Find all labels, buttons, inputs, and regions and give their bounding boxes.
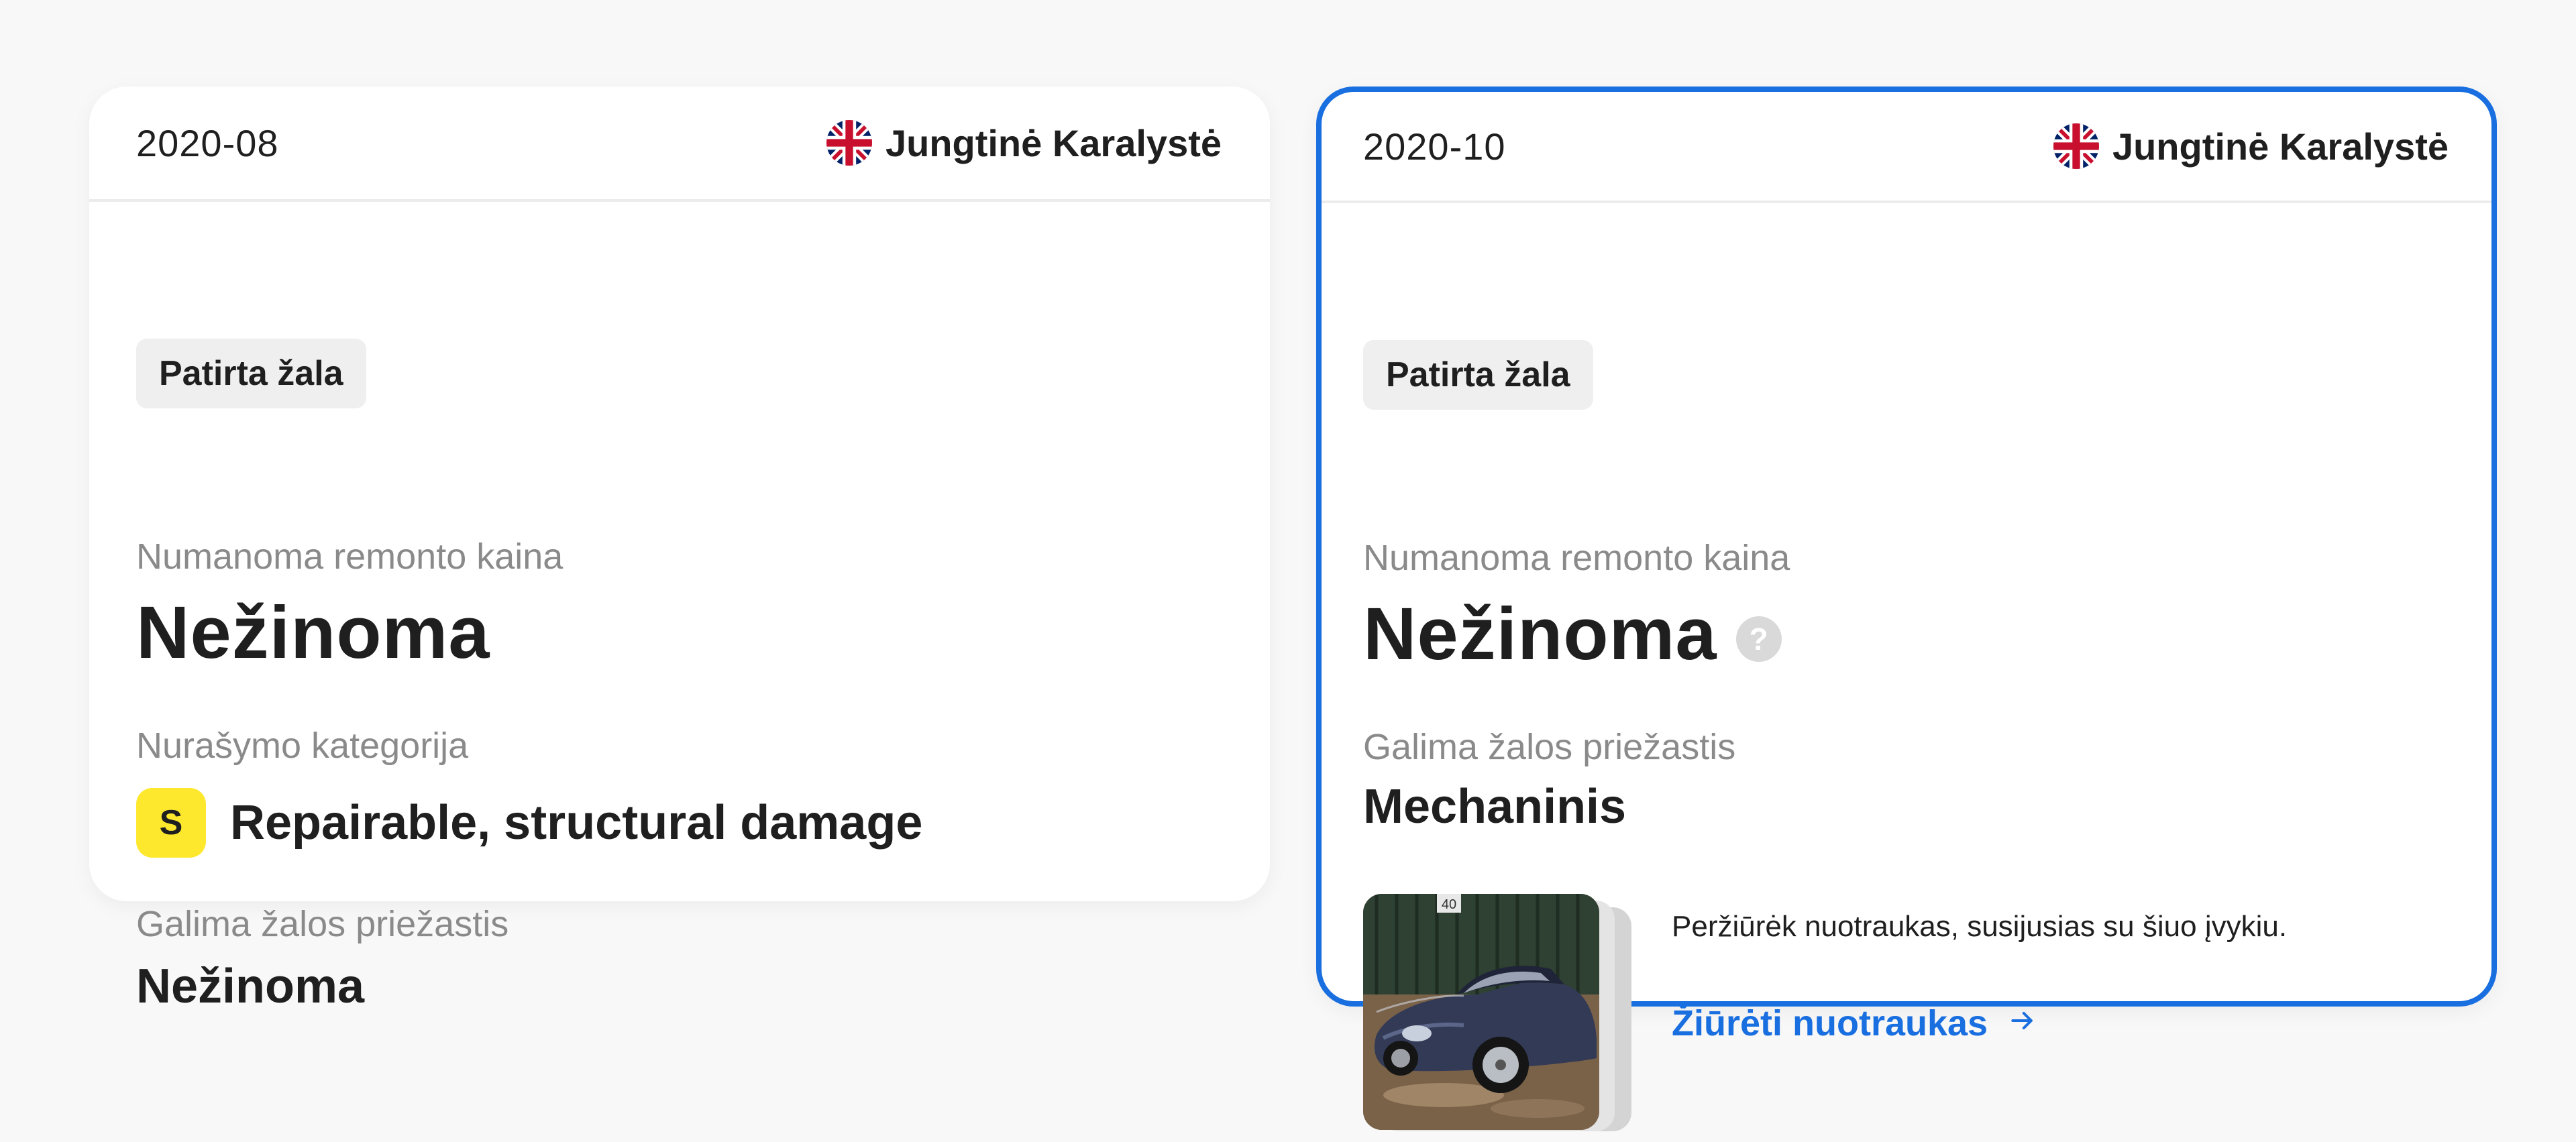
record-date: 2020-10: [1363, 125, 1506, 168]
car-photo-thumbnail[interactable]: 40: [1363, 894, 1599, 1130]
car-photo-image: 40: [1363, 894, 1599, 1130]
repair-cost-label: Numanoma remonto kaina: [136, 536, 564, 577]
country: Jungtinė Karalystė: [826, 120, 1222, 166]
uk-flag-icon: [826, 120, 872, 166]
repair-cost-value: Nežinoma: [1363, 593, 1717, 675]
view-photos-link[interactable]: Žiūrėti nuotraukas: [1672, 1003, 2037, 1044]
help-icon[interactable]: ?: [1735, 616, 1782, 662]
damage-cause-value: Nežinoma: [136, 960, 365, 1013]
card-header: 2020-08 Jungtinė Karalystė: [89, 87, 1270, 202]
country-name: Jungtinė Karalystė: [885, 121, 1222, 164]
category-badge: S: [136, 788, 206, 858]
uk-flag-icon: [2053, 123, 2099, 169]
damage-cause-label: Galima žalos priežastis: [1363, 727, 1736, 767]
view-photos-label: Žiūrėti nuotraukas: [1672, 1003, 1988, 1043]
category-value: Repairable, structural damage: [230, 796, 923, 850]
arrow-right-icon: [2008, 1003, 2037, 1044]
photo-stack[interactable]: 40: [1363, 894, 1631, 1142]
damage-badge: Patirta žala: [136, 339, 366, 408]
damage-record-card-selected[interactable]: 2020-10 Jungtinė Karalystė Patirta žala …: [1316, 87, 2497, 1131]
card-header: 2020-10 Jungtinė Karalystė: [1322, 92, 2491, 203]
damage-record-card: 2020-08 Jungtinė Karalystė Patirta žala …: [89, 87, 1270, 1011]
repair-cost-value: Nežinoma: [136, 591, 490, 674]
repair-cost: Nežinoma ?: [1363, 597, 1782, 671]
repair-cost-label: Numanoma remonto kaina: [1363, 538, 1790, 578]
country-name: Jungtinė Karalystė: [2112, 125, 2449, 168]
damage-cause-label: Galima žalos priežastis: [136, 904, 509, 944]
record-date: 2020-08: [136, 121, 279, 164]
category-label: Nurašymo kategorija: [136, 726, 469, 766]
photo-sign-text: 40: [1442, 897, 1456, 912]
damage-cause-value: Mechaninis: [1363, 780, 1627, 834]
damage-badge: Patirta žala: [1363, 340, 1593, 410]
write-off-category: S Repairable, structural damage: [136, 788, 922, 858]
photos-description: Peržiūrėk nuotraukas, susijusias su šiuo…: [1672, 910, 2288, 943]
country: Jungtinė Karalystė: [2053, 123, 2449, 169]
